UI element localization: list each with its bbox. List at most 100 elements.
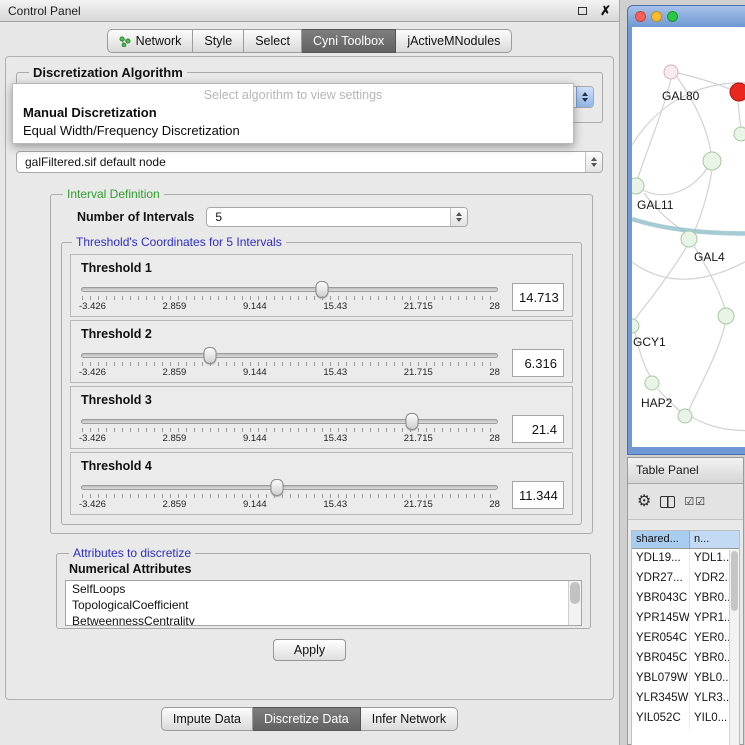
attribute-list-item[interactable]: BetweennessCentrality — [66, 613, 581, 626]
close-icon[interactable]: ✗ — [600, 4, 611, 17]
table-row[interactable]: YIL052C YIL0... — [632, 709, 739, 729]
network-node[interactable] — [681, 231, 697, 247]
table-row[interactable]: YBR043C YBR0... — [632, 589, 739, 609]
threshold-list: Threshold 1 -3.4262.8599.14415.4321.7152… — [68, 254, 575, 515]
slider-track[interactable] — [81, 485, 498, 490]
table-row[interactable]: YER054C YER0... — [632, 629, 739, 649]
attributes-to-discretize-group: Attributes to discretize Numerical Attri… — [56, 546, 591, 629]
tab-infer-network[interactable]: Infer Network — [361, 707, 458, 731]
table-cell-shared-name: YBR045C — [632, 649, 690, 669]
slider-track[interactable] — [81, 287, 498, 292]
number-of-intervals-select[interactable]: 5 — [206, 207, 468, 227]
combo-stepper-icon[interactable] — [585, 152, 602, 172]
table-scrollbar[interactable] — [729, 550, 739, 745]
scale-tick-label: 2.859 — [163, 433, 187, 444]
tab-network[interactable]: Network — [107, 29, 194, 53]
tab-select[interactable]: Select — [244, 29, 302, 53]
minimize-icon[interactable] — [578, 7, 587, 15]
discretization-algorithm-group-title: Discretization Algorithm — [29, 65, 187, 80]
threshold-box: Threshold 2 -3.4262.8599.14415.4321.7152… — [70, 320, 573, 383]
tab-discretize-data[interactable]: Discretize Data — [253, 707, 361, 731]
table-header-name[interactable]: n... — [690, 531, 739, 548]
control-panel-titlebar: Control Panel ✗ — [0, 0, 619, 22]
threshold-value-field[interactable]: 6.316 — [512, 349, 564, 377]
network-node[interactable] — [703, 152, 721, 170]
threshold-slider[interactable]: -3.4262.8599.14415.4321.71528 — [79, 346, 500, 380]
zoom-traffic-light-icon[interactable] — [667, 11, 678, 22]
minimize-traffic-light-icon[interactable] — [651, 11, 662, 22]
table-data-select-value: galFiltered.sif default node — [17, 155, 585, 169]
close-traffic-light-icon[interactable] — [635, 11, 646, 22]
table-header-shared-name[interactable]: shared... — [632, 531, 690, 548]
tab-network-label: Network — [136, 34, 182, 48]
threshold-slider[interactable]: -3.4262.8599.14415.4321.71528 — [79, 478, 500, 512]
tab-jactivemnodules[interactable]: jActiveMNodules — [396, 29, 512, 53]
slider-track[interactable] — [81, 353, 498, 358]
attribute-list-item[interactable]: TopologicalCoefficient — [66, 597, 581, 613]
table-row[interactable]: YDR27... YDR2... — [632, 569, 739, 589]
list-scrollbar-thumb[interactable] — [570, 582, 580, 604]
table-row[interactable]: YBR045C YBR0... — [632, 649, 739, 669]
scale-tick-label: 15.43 — [323, 301, 347, 312]
threshold-slider[interactable]: -3.4262.8599.14415.4321.71528 — [79, 280, 500, 314]
threshold-label: Threshold 3 — [81, 393, 564, 407]
table-row[interactable]: YBL079W YBL0... — [632, 669, 739, 689]
dropdown-option-equal-width-frequency[interactable]: Equal Width/Frequency Discretization — [13, 122, 573, 140]
apply-button[interactable]: Apply — [273, 639, 346, 661]
table-scrollbar-thumb[interactable] — [731, 551, 738, 611]
network-node[interactable] — [632, 178, 644, 194]
network-window-titlebar[interactable] — [628, 6, 745, 27]
interval-definition-group-title: Interval Definition — [63, 187, 164, 201]
list-scrollbar[interactable] — [568, 581, 581, 625]
threshold-value-field[interactable]: 21.4 — [512, 415, 564, 443]
slider-track[interactable] — [81, 419, 498, 424]
tab-jactivemnodules-label: jActiveMNodules — [407, 34, 500, 48]
network-node-label: GCY1 — [633, 335, 666, 349]
table-data-select[interactable]: galFiltered.sif default node — [16, 151, 603, 173]
slider-scale: -3.4262.8599.14415.4321.71528 — [79, 301, 500, 312]
dropdown-option-manual-discretization[interactable]: Manual Discretization — [13, 104, 573, 122]
network-edge — [635, 246, 687, 319]
tab-impute-data[interactable]: Impute Data — [161, 707, 253, 731]
network-node-label: HAP2 — [641, 396, 673, 410]
cyni-toolbox-panel: Discretization Algorithm Select algorith… — [5, 56, 614, 700]
network-node[interactable] — [678, 409, 692, 423]
right-column: GAL80GAL11GAL4GCY1HAP2 Table Panel ⚙ ☑☑ … — [620, 0, 745, 745]
algorithm-dropdown-popup: Select algorithm to view settings Manual… — [12, 83, 574, 144]
columns-icon[interactable] — [660, 496, 675, 508]
attribute-list-item[interactable]: SelfLoops — [66, 581, 581, 597]
scale-tick-label: 28 — [489, 433, 500, 444]
gear-icon[interactable]: ⚙ — [637, 494, 651, 510]
slider-ticks — [82, 296, 497, 300]
combo-stepper-icon[interactable] — [450, 208, 467, 226]
scale-tick-label: 15.43 — [323, 499, 347, 510]
table-header-row: shared... n... — [632, 531, 739, 549]
scale-tick-label: -3.426 — [79, 301, 106, 312]
network-node[interactable] — [718, 308, 734, 324]
tab-select-label: Select — [255, 34, 290, 48]
table-row[interactable]: YDL19... YDL1... — [632, 549, 739, 569]
tab-cyni-toolbox[interactable]: Cyni Toolbox — [302, 29, 396, 53]
tab-infer-network-label: Infer Network — [372, 712, 446, 726]
network-tab-icon — [119, 36, 131, 47]
combo-stepper-icon[interactable] — [576, 87, 593, 107]
threshold-value-field[interactable]: 14.713 — [512, 283, 564, 311]
network-node[interactable] — [734, 127, 745, 141]
network-node[interactable] — [730, 83, 745, 101]
threshold-slider[interactable]: -3.4262.8599.14415.4321.71528 — [79, 412, 500, 446]
slider-ticks — [82, 362, 497, 366]
scale-tick-label: 9.144 — [243, 367, 267, 378]
select-columns-checkboxes-icon[interactable]: ☑☑ — [684, 495, 706, 508]
network-view-window: GAL80GAL11GAL4GCY1HAP2 — [627, 5, 745, 455]
table-row[interactable]: YPR145W YPR1... — [632, 609, 739, 629]
network-node[interactable] — [645, 376, 659, 390]
table-row[interactable]: YLR345W YLR3... — [632, 689, 739, 709]
tab-style[interactable]: Style — [193, 29, 244, 53]
threshold-label: Threshold 2 — [81, 327, 564, 341]
network-canvas[interactable]: GAL80GAL11GAL4GCY1HAP2 — [632, 27, 745, 447]
tab-impute-data-label: Impute Data — [173, 712, 241, 726]
network-node[interactable] — [664, 65, 678, 79]
network-node[interactable] — [632, 319, 639, 333]
slider-ticks — [82, 428, 497, 432]
threshold-value-field[interactable]: 11.344 — [512, 481, 564, 509]
